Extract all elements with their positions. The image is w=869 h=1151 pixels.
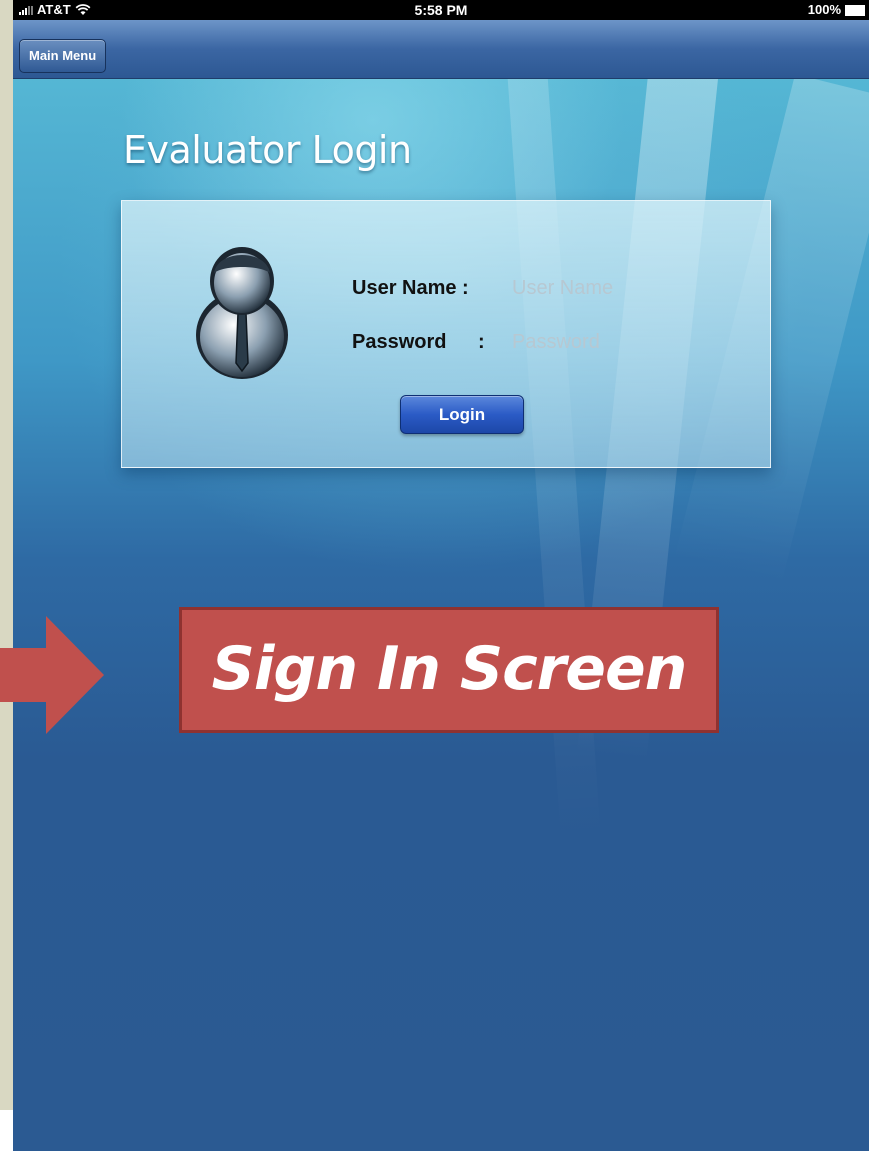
login-button[interactable]: Login	[400, 395, 524, 434]
status-time: 5:58 PM	[414, 2, 468, 18]
ipad-screen: AT&T 5:58 PM 100% Main Menu Evaluator Lo…	[13, 0, 869, 1151]
battery-icon	[845, 4, 865, 16]
status-bar: AT&T 5:58 PM 100%	[13, 0, 869, 20]
battery-percent: 100%	[807, 2, 841, 17]
battery-info: 100%	[808, 0, 865, 20]
user-name-label: User Name :	[352, 277, 469, 299]
callout-label: Sign In Screen	[179, 607, 719, 733]
user-name-input[interactable]	[512, 275, 692, 301]
user-avatar-icon	[196, 247, 288, 379]
password-label: Password	[352, 331, 447, 353]
password-input[interactable]	[512, 329, 692, 355]
right-arrow-icon	[0, 616, 104, 734]
page-title: Evaluator Login	[123, 128, 412, 172]
navigation-bar: Main Menu	[13, 20, 869, 79]
main-menu-button[interactable]: Main Menu	[19, 39, 107, 73]
login-panel: User Name : Password : Login	[121, 200, 771, 468]
password-colon: :	[478, 331, 485, 353]
